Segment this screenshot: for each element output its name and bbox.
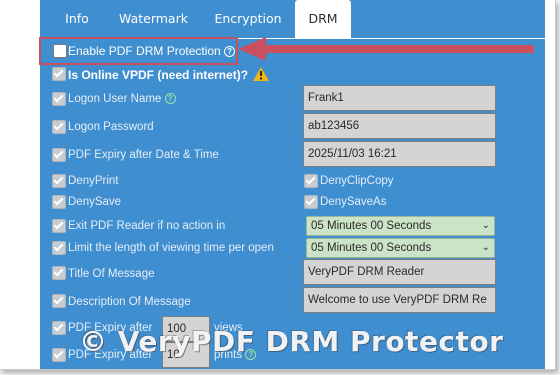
exit-reader-label: Exit PDF Reader if no action in bbox=[68, 220, 226, 232]
logon-user-row: Logon User Name ? bbox=[68, 93, 176, 105]
exit-reader-value: 05 Minutes 00 Seconds bbox=[311, 220, 432, 232]
deny-print-checkbox[interactable] bbox=[52, 174, 66, 188]
warning-icon bbox=[253, 67, 270, 81]
msg-title-input[interactable]: VeryPDF DRM Reader bbox=[303, 259, 496, 285]
msg-title-checkbox[interactable] bbox=[52, 266, 66, 280]
screenshot-frame: Info Watermark Encryption DRM Enable PDF… bbox=[0, 0, 556, 370]
watermark-text: © VeryPDF DRM Protector bbox=[79, 325, 504, 358]
limit-view-label: Limit the length of viewing time per ope… bbox=[68, 242, 274, 254]
logon-password-label: Logon Password bbox=[68, 121, 154, 133]
msg-desc-input[interactable]: Welcome to use VeryPDF DRM Re bbox=[303, 287, 496, 313]
tab-drm[interactable]: DRM bbox=[295, 0, 351, 38]
deny-save-label: DenySave bbox=[68, 196, 122, 208]
expiry-date-checkbox[interactable] bbox=[52, 148, 66, 162]
online-vpdf-row: Is Online VPDF (need internet)? bbox=[68, 67, 270, 82]
expiry-views-checkbox[interactable] bbox=[52, 321, 66, 335]
online-vpdf-label: Is Online VPDF (need internet)? bbox=[68, 68, 249, 82]
tab-encryption[interactable]: Encryption bbox=[210, 0, 286, 38]
logon-user-checkbox[interactable] bbox=[52, 92, 66, 106]
logon-password-checkbox[interactable] bbox=[52, 120, 66, 134]
limit-view-checkbox[interactable] bbox=[52, 241, 66, 255]
limit-view-value: 05 Minutes 00 Seconds bbox=[311, 242, 432, 254]
deny-saveas-label: DenySaveAs bbox=[320, 196, 387, 208]
msg-desc-label: Description Of Message bbox=[68, 296, 191, 308]
deny-print-label: DenyPrint bbox=[68, 175, 119, 187]
chevron-down-icon: ⌄ bbox=[481, 242, 490, 253]
left-arrow-annotation bbox=[238, 37, 534, 61]
exit-reader-checkbox[interactable] bbox=[52, 219, 66, 233]
limit-view-select[interactable]: 05 Minutes 00 Seconds ⌄ bbox=[306, 238, 495, 258]
highlight-box bbox=[39, 37, 238, 65]
deny-saveas-checkbox[interactable] bbox=[304, 195, 318, 209]
deny-clipcopy-checkbox[interactable] bbox=[304, 174, 318, 188]
chevron-down-icon: ⌄ bbox=[481, 220, 490, 231]
expiry-date-input[interactable]: 2025/11/03 16:21 bbox=[303, 141, 496, 167]
expiry-date-label: PDF Expiry after Date & Time bbox=[68, 149, 219, 161]
logon-user-label: Logon User Name bbox=[68, 93, 162, 105]
tab-info[interactable]: Info bbox=[57, 0, 97, 38]
deny-clipcopy-label: DenyClipCopy bbox=[320, 175, 394, 187]
msg-desc-checkbox[interactable] bbox=[52, 294, 66, 308]
expiry-prints-checkbox[interactable] bbox=[52, 348, 66, 362]
online-vpdf-checkbox[interactable] bbox=[52, 67, 66, 81]
tab-bar: Info Watermark Encryption DRM bbox=[40, 0, 545, 38]
logon-user-input[interactable]: Frank1 bbox=[303, 85, 496, 111]
msg-title-label: Title Of Message bbox=[68, 268, 155, 280]
exit-reader-select[interactable]: 05 Minutes 00 Seconds ⌄ bbox=[306, 216, 495, 236]
help-icon[interactable]: ? bbox=[164, 93, 176, 104]
logon-password-input[interactable]: ab123456 bbox=[303, 113, 496, 139]
deny-save-checkbox[interactable] bbox=[52, 195, 66, 209]
tab-watermark[interactable]: Watermark bbox=[116, 0, 191, 38]
